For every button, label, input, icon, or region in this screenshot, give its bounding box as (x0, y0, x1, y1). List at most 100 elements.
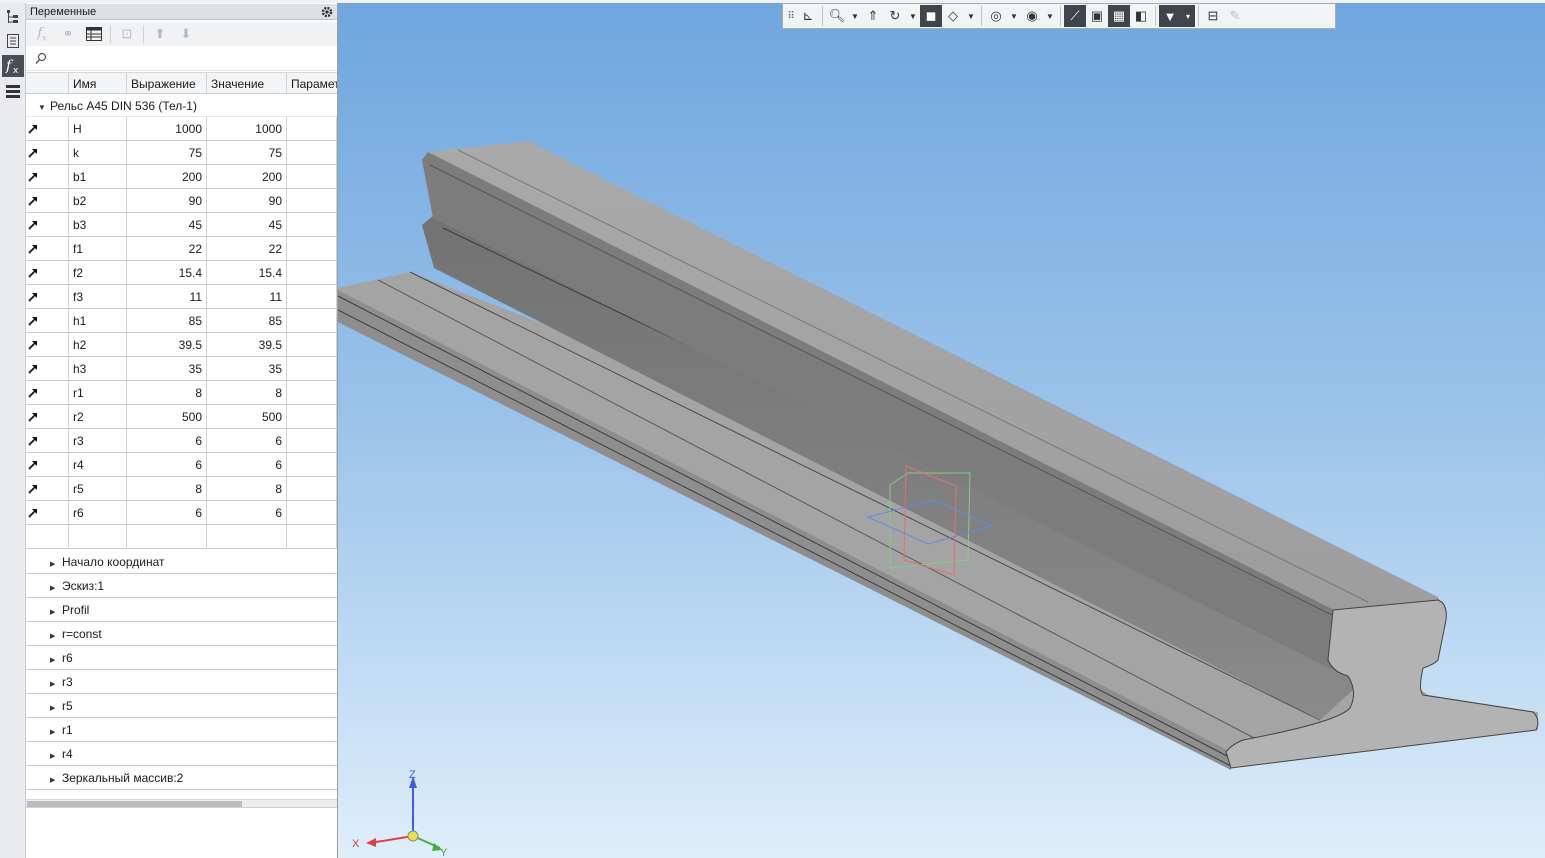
variable-expression[interactable]: 500 (127, 405, 207, 429)
variable-name[interactable]: r1 (69, 381, 127, 405)
zoom-dropdown-icon[interactable]: ▼ (848, 5, 862, 27)
variable-link-icon[interactable] (26, 333, 69, 357)
variable-parameter[interactable] (287, 309, 337, 333)
variable-name[interactable]: h3 (69, 357, 127, 381)
variable-parameter[interactable] (287, 189, 337, 213)
rotate-dropdown-icon[interactable]: ▼ (906, 5, 920, 27)
tree-item[interactable]: ▶ Эскиз:1 (26, 574, 337, 598)
expand-triangle-icon[interactable]: ▼ (38, 97, 50, 119)
move-down-icon[interactable]: ⬇ (176, 24, 196, 44)
variable-expression[interactable]: 75 (127, 141, 207, 165)
table-row[interactable]: r5 8 8 (26, 477, 337, 501)
variable-link-icon[interactable] (26, 141, 69, 165)
expression-icon[interactable]: ⊡ (117, 24, 137, 44)
visibility-icon[interactable]: ◉ (1021, 5, 1043, 27)
variable-name[interactable]: h1 (69, 309, 127, 333)
variable-name[interactable]: f1 (69, 237, 127, 261)
variable-name[interactable]: f3 (69, 285, 127, 309)
section-icon[interactable]: ⟋ (1064, 5, 1086, 27)
variable-parameter[interactable] (287, 237, 337, 261)
variable-name[interactable]: r3 (69, 429, 127, 453)
group-row[interactable]: ▼ Рельс A45 DIN 536 (Тел-1) (26, 95, 337, 117)
variable-link-icon[interactable] (26, 189, 69, 213)
variable-link-icon[interactable] (26, 501, 69, 525)
column-header-value[interactable]: Значение (207, 73, 287, 93)
table-row[interactable]: k 75 75 (26, 141, 337, 165)
measure-icon[interactable]: ⊟ (1202, 5, 1224, 27)
table-row[interactable]: f2 15.4 15.4 (26, 261, 337, 285)
shaded-cube-icon[interactable]: ◼ (920, 5, 942, 27)
tree-item[interactable]: ▶ r1 (26, 718, 337, 742)
variable-parameter[interactable] (287, 453, 337, 477)
grip-icon[interactable]: ⠿ (785, 5, 797, 27)
variable-parameter[interactable] (287, 333, 337, 357)
tree-item[interactable]: ▶ Зеркальный массив:2 (26, 766, 337, 790)
empty-cell[interactable] (69, 525, 127, 549)
variable-link-icon[interactable] (26, 381, 69, 405)
move-up-icon[interactable]: ⬆ (150, 24, 170, 44)
visibility-dropdown-icon[interactable]: ▼ (1043, 5, 1057, 27)
tree-item[interactable]: ▶ r6 (26, 646, 337, 670)
gear-icon[interactable] (320, 5, 334, 19)
orient-icon[interactable]: ⊾ (797, 5, 819, 27)
variable-expression[interactable]: 85 (127, 309, 207, 333)
variable-name[interactable]: k (69, 141, 127, 165)
link-icon[interactable]: ⚭ (58, 24, 78, 44)
column-header-name[interactable]: Имя (69, 73, 127, 93)
variable-link-icon[interactable] (26, 213, 69, 237)
variable-name[interactable]: r4 (69, 453, 127, 477)
display-dropdown-icon[interactable]: ▼ (964, 5, 978, 27)
variable-name[interactable]: H (69, 117, 127, 141)
empty-cell[interactable] (127, 525, 207, 549)
table-row[interactable]: r4 6 6 (26, 453, 337, 477)
column-header-parameter[interactable]: Парамет (287, 73, 337, 93)
variable-name[interactable]: r6 (69, 501, 127, 525)
variable-link-icon[interactable] (26, 285, 69, 309)
variable-parameter[interactable] (287, 381, 337, 405)
variable-name[interactable]: f2 (69, 261, 127, 285)
variable-name[interactable]: r2 (69, 405, 127, 429)
table-row[interactable]: r3 6 6 (26, 429, 337, 453)
table-row[interactable]: r6 6 6 (26, 501, 337, 525)
variable-link-icon[interactable] (26, 165, 69, 189)
pan-icon[interactable]: ⇑ (862, 5, 884, 27)
variable-parameter[interactable] (287, 261, 337, 285)
edit-icon[interactable]: ✎ (1224, 5, 1246, 27)
zoom-icon[interactable]: 🔍︎ (826, 5, 848, 27)
table-row[interactable]: b3 45 45 (26, 213, 337, 237)
table-row[interactable]: b2 90 90 (26, 189, 337, 213)
expand-triangle-icon[interactable]: ▶ (50, 769, 62, 793)
variable-expression[interactable]: 11 (127, 285, 207, 309)
variable-name[interactable]: b2 (69, 189, 127, 213)
table-row[interactable]: r1 8 8 (26, 381, 337, 405)
variable-parameter[interactable] (287, 501, 337, 525)
variable-expression[interactable]: 6 (127, 429, 207, 453)
variable-expression[interactable]: 6 (127, 501, 207, 525)
variable-expression[interactable]: 8 (127, 381, 207, 405)
horizontal-scrollbar[interactable] (26, 799, 337, 807)
table-row[interactable]: r2 500 500 (26, 405, 337, 429)
variable-parameter[interactable] (287, 285, 337, 309)
table-row[interactable]: b1 200 200 (26, 165, 337, 189)
table-row[interactable]: f1 22 22 (26, 237, 337, 261)
empty-row[interactable] (26, 525, 337, 549)
variable-expression[interactable]: 35 (127, 357, 207, 381)
hide-dropdown-icon[interactable]: ▼ (1007, 5, 1021, 27)
rail-model[interactable] (338, 0, 1545, 858)
rotate-icon[interactable]: ↻ (884, 5, 906, 27)
table-row[interactable]: h2 39.5 39.5 (26, 333, 337, 357)
hide-icon[interactable]: ◎ (985, 5, 1007, 27)
variable-link-icon[interactable] (26, 117, 69, 141)
variable-link-icon[interactable] (26, 357, 69, 381)
3d-viewport[interactable]: Z X Y (338, 0, 1545, 858)
variable-parameter[interactable] (287, 429, 337, 453)
variable-parameter[interactable] (287, 165, 337, 189)
render-icon[interactable]: ◧ (1130, 5, 1152, 27)
variable-expression[interactable]: 1000 (127, 117, 207, 141)
variable-link-icon[interactable] (26, 261, 69, 285)
tree-icon[interactable] (2, 6, 24, 28)
variable-name[interactable]: h2 (69, 333, 127, 357)
variable-expression[interactable]: 90 (127, 189, 207, 213)
variable-parameter[interactable] (287, 213, 337, 237)
variable-expression[interactable]: 200 (127, 165, 207, 189)
